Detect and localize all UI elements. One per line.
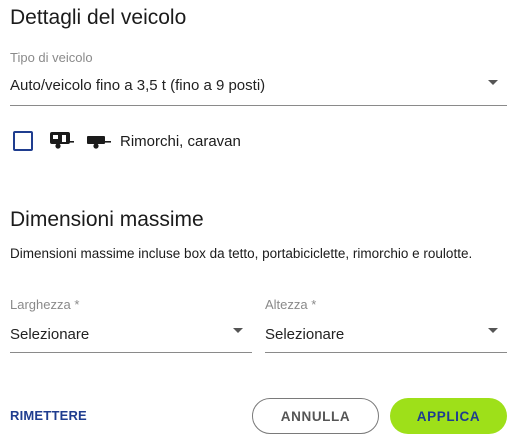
chevron-down-icon <box>233 328 243 333</box>
width-label: Larghezza * <box>10 297 80 312</box>
max-dimensions-description: Dimensioni massime incluse box da tetto,… <box>10 246 473 261</box>
reset-button[interactable]: RIMETTERE <box>10 408 87 423</box>
vehicle-type-select[interactable]: Tipo di veicolo Auto/veicolo fino a 3,5 … <box>10 48 507 106</box>
width-underline <box>10 352 252 353</box>
vehicle-type-label: Tipo di veicolo <box>10 50 93 65</box>
height-select[interactable]: Altezza * Selezionare <box>265 295 507 353</box>
trailer-icon <box>86 133 112 156</box>
height-underline <box>265 352 507 353</box>
chevron-down-icon <box>488 328 498 333</box>
caravan-icon <box>49 130 75 155</box>
apply-button[interactable]: APPLICA <box>390 398 507 434</box>
cancel-button[interactable]: ANNULLA <box>252 398 379 434</box>
chevron-down-icon <box>488 80 498 85</box>
width-select[interactable]: Larghezza * Selezionare <box>10 295 252 353</box>
trailer-checkbox[interactable] <box>13 131 33 151</box>
height-label: Altezza * <box>265 297 317 312</box>
vehicle-type-value: Auto/veicolo fino a 3,5 t (fino a 9 post… <box>10 77 266 94</box>
width-value: Selezionare <box>10 326 90 343</box>
trailer-checkbox-label: Rimorchi, caravan <box>120 133 241 150</box>
vehicle-type-underline <box>10 105 507 106</box>
vehicle-details-title: Dettagli del veicolo <box>10 6 187 29</box>
height-value: Selezionare <box>265 326 345 343</box>
max-dimensions-title: Dimensioni massime <box>10 208 204 231</box>
